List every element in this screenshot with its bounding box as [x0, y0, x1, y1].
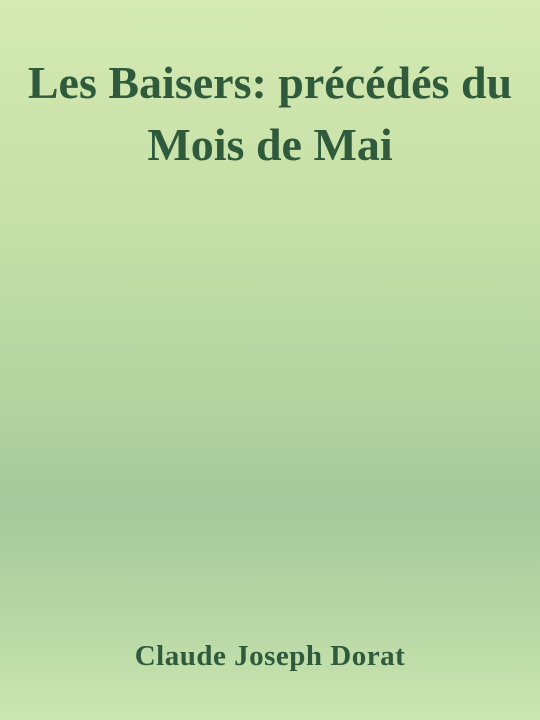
book-author: Claude Joseph Dorat [134, 640, 406, 672]
book-cover: Les Baisers: précédés du Mois de Mai Cla… [0, 0, 540, 720]
book-title: Les Baisers: précédés du Mois de Mai [27, 57, 513, 170]
